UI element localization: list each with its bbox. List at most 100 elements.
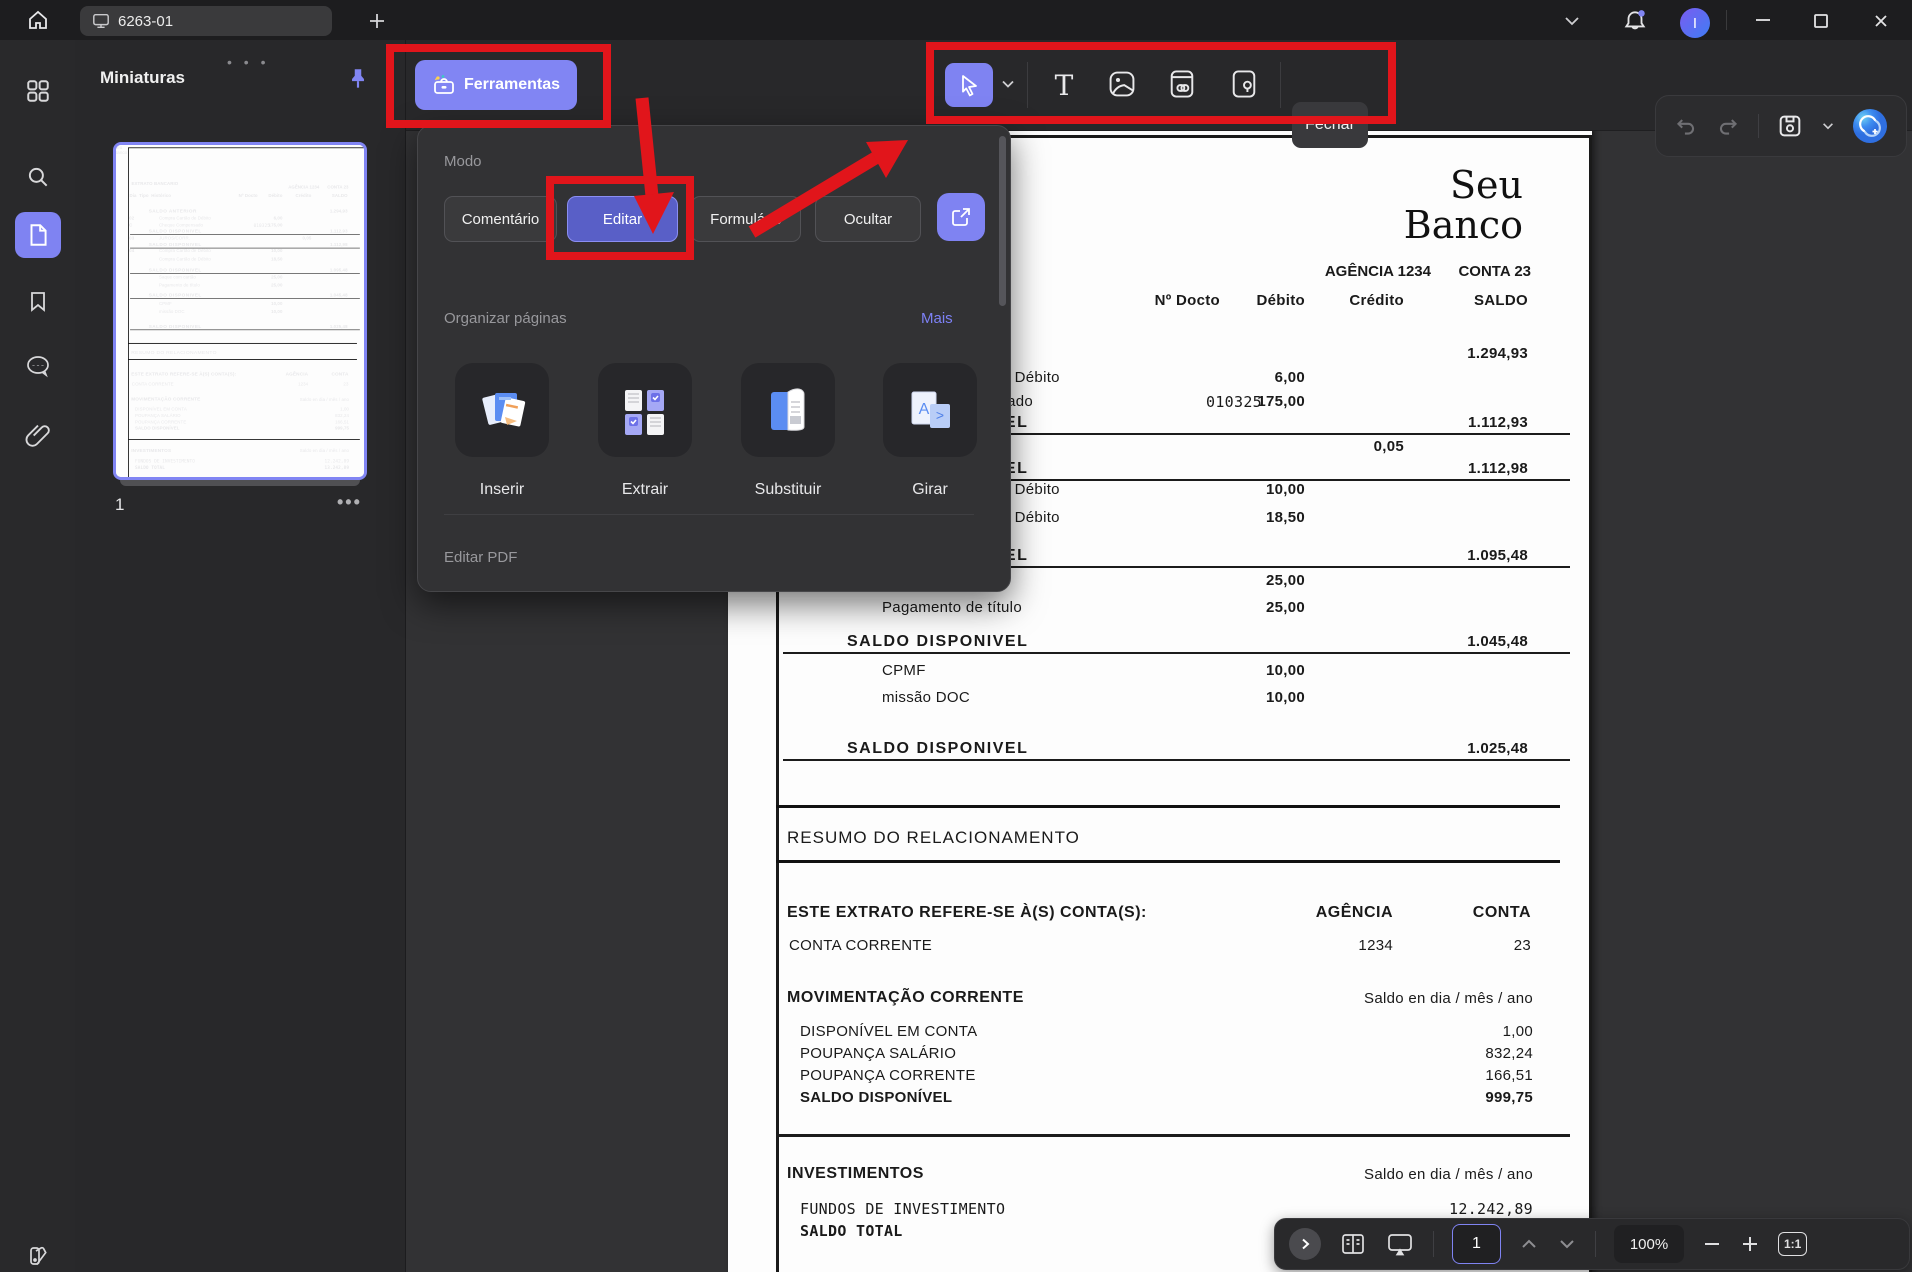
apps-grid-icon <box>27 80 49 102</box>
page-number-input[interactable]: 1 <box>1452 1224 1501 1264</box>
zoom-level-input[interactable]: 100% <box>1614 1225 1684 1263</box>
ferramentas-label: Ferramentas <box>463 76 561 93</box>
mode-editar-button[interactable]: Editar <box>567 196 678 242</box>
organize-inserir-tile[interactable] <box>455 363 549 457</box>
summary-account-value: 23 <box>343 381 349 387</box>
row-description: Compra Cartão de Débito <box>158 256 211 262</box>
expand-icon <box>1302 1238 1310 1250</box>
avatar[interactable]: I <box>1680 8 1710 38</box>
mode-formulario-button[interactable]: Formulário <box>691 196 801 242</box>
home-icon <box>29 10 47 29</box>
next-page-button[interactable] <box>1557 1236 1577 1252</box>
thumbnail-more-button[interactable]: ••• <box>337 492 362 513</box>
redo-button[interactable] <box>1715 113 1741 139</box>
left-rail <box>0 40 76 1272</box>
row-description: SALDO DISPONIVEL <box>148 267 202 273</box>
expand-toolbar-button[interactable] <box>1289 1228 1321 1260</box>
ai-assistant-button[interactable] <box>1851 107 1889 145</box>
chevron-down-icon <box>1565 17 1579 26</box>
row-description: SALDO DISPONIVEL <box>148 242 202 248</box>
zoom-out-button[interactable] <box>1702 1234 1722 1254</box>
col-header-balance: SALDO <box>1474 292 1528 309</box>
panel-scrollbar[interactable] <box>999 136 1006 306</box>
close-edit-mode-button[interactable]: Fechar <box>1292 102 1368 148</box>
sidebar-item-apps[interactable] <box>15 68 61 114</box>
sidebar-item-swatches[interactable] <box>15 1232 61 1272</box>
link-tool-button[interactable] <box>1166 68 1198 100</box>
rule <box>130 329 360 331</box>
summary-row-value: 999,75 <box>1485 1089 1533 1106</box>
save-button[interactable] <box>1776 112 1804 140</box>
sidebar-item-comments[interactable] <box>15 344 61 390</box>
place-tool-button[interactable] <box>1228 68 1260 100</box>
row-debit: 25,00 <box>1265 572 1305 589</box>
page-thumbnail[interactable]: Seu Banco EXTRATO BANCARIO AGÊNCIA 1234 … <box>113 142 367 480</box>
summary-row-value: 166,51 <box>335 419 350 425</box>
maximize-button[interactable] <box>1812 12 1830 30</box>
minimize-icon <box>1756 19 1770 21</box>
new-tab-button[interactable] <box>366 10 388 32</box>
organize-extrair-tile[interactable] <box>598 363 692 457</box>
two-page-view-button[interactable] <box>1339 1230 1367 1258</box>
replace-pages-icon <box>771 388 805 431</box>
row-debit: 6,00 <box>1274 369 1305 386</box>
text-tool-button[interactable]: T <box>1048 64 1080 106</box>
image-tool-button[interactable] <box>1106 68 1138 100</box>
zoom-out-icon <box>1705 1243 1719 1245</box>
notifications-button[interactable] <box>1622 8 1648 34</box>
ai-assistant-icon <box>1853 109 1888 143</box>
summary-row-label: SALDO TOTAL <box>135 464 165 470</box>
divider <box>1027 62 1028 108</box>
summary-title: RESUMO DO RELACIONAMENTO <box>787 828 1080 847</box>
summary-row-label: POUPANÇA CORRENTE <box>800 1067 976 1084</box>
mode-ocultar-button[interactable]: Ocultar <box>815 196 921 242</box>
extract-pages-icon <box>625 390 664 435</box>
redo-icon <box>1720 119 1738 135</box>
save-options-dropdown[interactable] <box>1821 119 1835 133</box>
sidebar-item-bookmarks[interactable] <box>15 278 61 324</box>
previous-page-button[interactable] <box>1519 1236 1539 1252</box>
presentation-button[interactable] <box>1385 1230 1415 1258</box>
rule <box>128 342 357 344</box>
summary-row-value: 12.242,89 <box>324 458 350 464</box>
summary-row-value: 1,00 <box>1502 1023 1533 1040</box>
thumbnail-content: Seu Banco EXTRATO BANCARIO AGÊNCIA 1234 … <box>116 145 364 477</box>
attachment-icon <box>25 424 50 447</box>
row-description: SALDO DISPONIVEL <box>148 228 202 234</box>
place-tool-icon <box>1232 70 1256 98</box>
open-in-window-button[interactable] <box>937 193 985 241</box>
search-icon <box>28 167 48 187</box>
mode-comentario-button[interactable]: Comentário <box>444 196 557 242</box>
actual-size-button[interactable]: 1:1 <box>1778 1232 1808 1256</box>
sidebar-item-pages[interactable] <box>15 212 61 258</box>
row-debit: 10,00 <box>271 309 283 315</box>
summary-row-label: SALDO DISPONÍVEL <box>800 1089 953 1106</box>
row-description: SALDO DISPONIVEL <box>847 633 1029 650</box>
row-balance: 1.112,93 <box>330 228 348 234</box>
zoom-in-button[interactable] <box>1740 1234 1760 1254</box>
row-debit: 175,00 <box>1257 393 1305 410</box>
select-tool-dropdown[interactable] <box>1000 76 1016 92</box>
document-tab[interactable]: 6263-01 <box>80 6 332 36</box>
collapse-button[interactable] <box>1562 12 1582 30</box>
summary-row-label: FUNDOS DE INVESTIMENTO <box>800 1200 1006 1218</box>
select-tool-button[interactable] <box>945 63 993 107</box>
sidebar-item-search[interactable] <box>15 154 61 200</box>
bell-icon <box>1624 10 1646 30</box>
minimize-button[interactable] <box>1752 12 1774 28</box>
organize-girar-tile[interactable]: A > <box>883 363 977 457</box>
close-window-button[interactable] <box>1872 12 1890 30</box>
panel-handle-dots[interactable]: • • • <box>227 54 269 70</box>
home-button[interactable] <box>22 6 54 34</box>
pdf-page[interactable]: Seu Banco EXTRATO BANCARIO AGÊNCIA 1234 … <box>116 145 364 477</box>
rule <box>128 439 360 440</box>
zoom-in-icon <box>1743 1237 1757 1251</box>
pin-panel-button[interactable] <box>345 66 371 97</box>
sidebar-item-attachments[interactable] <box>15 412 61 458</box>
account-number: CONTA 23 <box>1458 263 1531 280</box>
organize-more-link[interactable]: Mais <box>921 310 953 327</box>
ferramentas-button[interactable]: Ferramentas <box>415 60 577 110</box>
row-description: SALDO DISPONIVEL <box>847 740 1029 757</box>
organize-substituir-tile[interactable] <box>741 363 835 457</box>
undo-button[interactable] <box>1673 113 1699 139</box>
